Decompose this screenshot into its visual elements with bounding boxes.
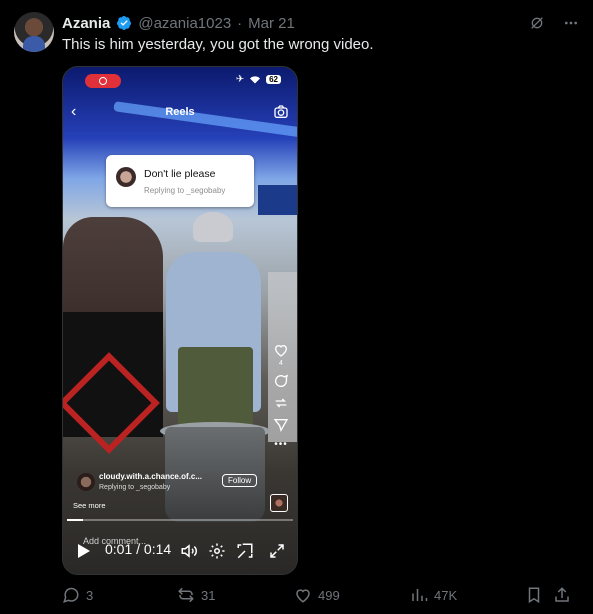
reels-title: Reels xyxy=(165,106,195,118)
author-avatar[interactable] xyxy=(14,12,54,52)
camera-icon xyxy=(274,105,288,118)
reply-icon xyxy=(63,587,79,603)
airplane-icon: ✈ xyxy=(235,74,245,85)
tweet-header: Azania @azania1023 · Mar 21 xyxy=(62,12,581,34)
comment-bubble-icon xyxy=(275,374,288,387)
views-count: 47K xyxy=(434,587,458,603)
repost-count: 31 xyxy=(201,587,216,603)
views-button[interactable]: 47K xyxy=(410,586,525,604)
audio-thumbnail xyxy=(270,494,288,512)
volume-icon[interactable] xyxy=(180,542,198,560)
like-button[interactable]: 499 xyxy=(294,586,410,604)
wifi-icon xyxy=(250,75,261,83)
reels-top-bar: ‹ Reels xyxy=(63,101,297,123)
caption-avatar xyxy=(77,473,95,491)
video-player[interactable]: ✈ 62 ‹ Reels Don't lie please Replying t… xyxy=(62,66,298,575)
caption-username: cloudy.with.a.chance.of.c... xyxy=(99,472,202,481)
like-heart-icon xyxy=(296,589,310,603)
bookmark-icon xyxy=(528,587,540,604)
repost-icon xyxy=(178,587,194,603)
fullscreen-icon[interactable] xyxy=(268,542,286,560)
tweet-actions: 3 31 499 47K xyxy=(62,584,579,606)
reply-comment-card: Don't lie please Replying to _segobaby xyxy=(106,155,254,207)
settings-gear-icon[interactable] xyxy=(208,542,226,560)
author-handle[interactable]: @azania1023 xyxy=(138,15,231,32)
share-send-icon xyxy=(273,419,289,433)
picture-in-picture-icon[interactable] xyxy=(236,542,254,560)
author-name[interactable]: Azania xyxy=(62,15,110,32)
grok-icon[interactable] xyxy=(527,13,547,33)
reply-count: 3 xyxy=(86,587,94,603)
video-controls: 0:01 / 0:14 xyxy=(63,539,297,565)
repost-button[interactable]: 31 xyxy=(177,586,294,604)
reel-progress-fill xyxy=(67,519,83,521)
battery-icon: 62 xyxy=(266,75,281,84)
reply-subtext: Replying to _segobaby xyxy=(144,186,226,195)
bookmark-button[interactable] xyxy=(525,586,553,604)
reply-avatar xyxy=(116,167,136,187)
share-button[interactable] xyxy=(553,586,571,604)
phone-status-bar: ✈ 62 xyxy=(63,74,297,90)
reel-progress-track xyxy=(67,519,293,521)
video-frame xyxy=(63,67,297,574)
caption-reply-text: Replying to _segobaby xyxy=(99,484,171,491)
tweet-date[interactable]: Mar 21 xyxy=(248,15,295,32)
tweet-text: This is him yesterday, you got the wrong… xyxy=(62,36,374,53)
heart-icon xyxy=(274,345,288,357)
see-more-text: See more xyxy=(73,501,106,510)
share-icon xyxy=(555,587,569,602)
like-count: 499 xyxy=(318,587,340,603)
video-time: 0:01 / 0:14 xyxy=(105,541,172,557)
play-icon[interactable] xyxy=(77,543,91,559)
reel-follow-button: Follow xyxy=(222,474,258,487)
verified-badge-icon xyxy=(117,16,132,30)
reel-like-count: 4 xyxy=(279,360,283,367)
separator-dot: · xyxy=(237,14,243,32)
screen-record-indicator-icon xyxy=(85,74,121,88)
reel-more-icon: ••• xyxy=(274,439,288,450)
more-options-icon[interactable] xyxy=(561,13,581,33)
remix-icon xyxy=(275,398,287,408)
reel-side-actions: 4 ••• xyxy=(273,342,289,450)
views-chart-icon xyxy=(412,589,428,601)
reply-text: Don't lie please xyxy=(144,168,216,180)
reply-button[interactable]: 3 xyxy=(62,586,177,604)
